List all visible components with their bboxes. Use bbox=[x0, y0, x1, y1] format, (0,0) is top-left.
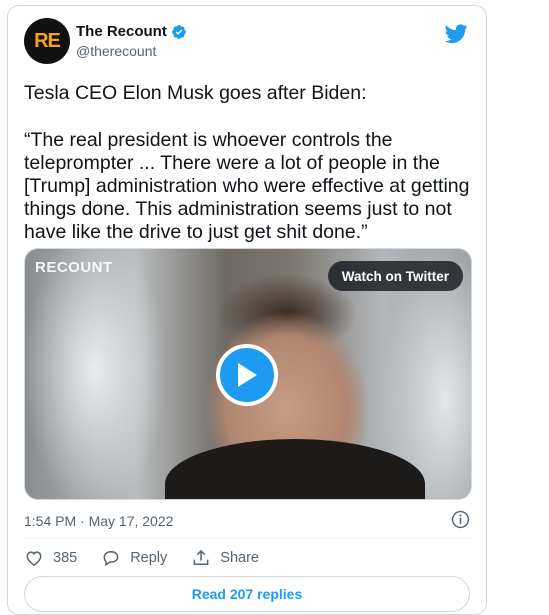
author-handle[interactable]: @therecount bbox=[76, 41, 187, 61]
share-label: Share bbox=[220, 550, 259, 566]
heart-icon bbox=[26, 551, 42, 566]
author-block[interactable]: The Recount @therecount bbox=[76, 23, 187, 61]
avatar-text: RE bbox=[34, 29, 61, 52]
watch-on-twitter-button[interactable]: Watch on Twitter bbox=[327, 261, 463, 291]
recount-watermark: RECOUNT bbox=[35, 259, 113, 276]
divider bbox=[24, 538, 470, 539]
reply-label: Reply bbox=[130, 550, 168, 566]
action-bar: 385 Reply Share bbox=[24, 546, 283, 570]
play-icon bbox=[238, 363, 257, 387]
info-icon[interactable] bbox=[451, 510, 470, 529]
like-action[interactable]: 385 bbox=[24, 548, 77, 568]
tweet-paragraph: Tesla CEO Elon Musk goes after Biden: bbox=[24, 82, 367, 104]
tweet-text: Tesla CEO Elon Musk goes after Biden: “T… bbox=[24, 82, 479, 244]
author-name-row: The Recount bbox=[76, 23, 187, 41]
tweet-card: RE The Recount @therecount Tesla CEO Elo… bbox=[7, 5, 487, 615]
read-replies-button[interactable]: Read 207 replies bbox=[24, 576, 470, 612]
tweet-paragraph: “The real president is whoever controls … bbox=[24, 129, 470, 243]
video-frame-subject bbox=[165, 439, 425, 499]
like-count: 385 bbox=[53, 550, 78, 566]
reply-bubble-icon bbox=[103, 550, 119, 567]
share-icon bbox=[193, 549, 209, 565]
avatar[interactable]: RE bbox=[24, 18, 70, 64]
tweet-timestamp[interactable]: 1:54 PM · May 17, 2022 bbox=[24, 513, 173, 529]
author-display-name[interactable]: The Recount bbox=[76, 23, 167, 41]
video-player[interactable]: RECOUNT Watch on Twitter bbox=[24, 248, 472, 500]
play-button[interactable] bbox=[216, 344, 278, 406]
verified-badge-icon bbox=[172, 25, 186, 39]
reply-action[interactable]: Reply bbox=[101, 548, 167, 568]
share-action[interactable]: Share bbox=[191, 548, 259, 568]
twitter-bird-icon[interactable] bbox=[445, 22, 468, 45]
tweet-header: RE The Recount @therecount bbox=[24, 18, 470, 66]
